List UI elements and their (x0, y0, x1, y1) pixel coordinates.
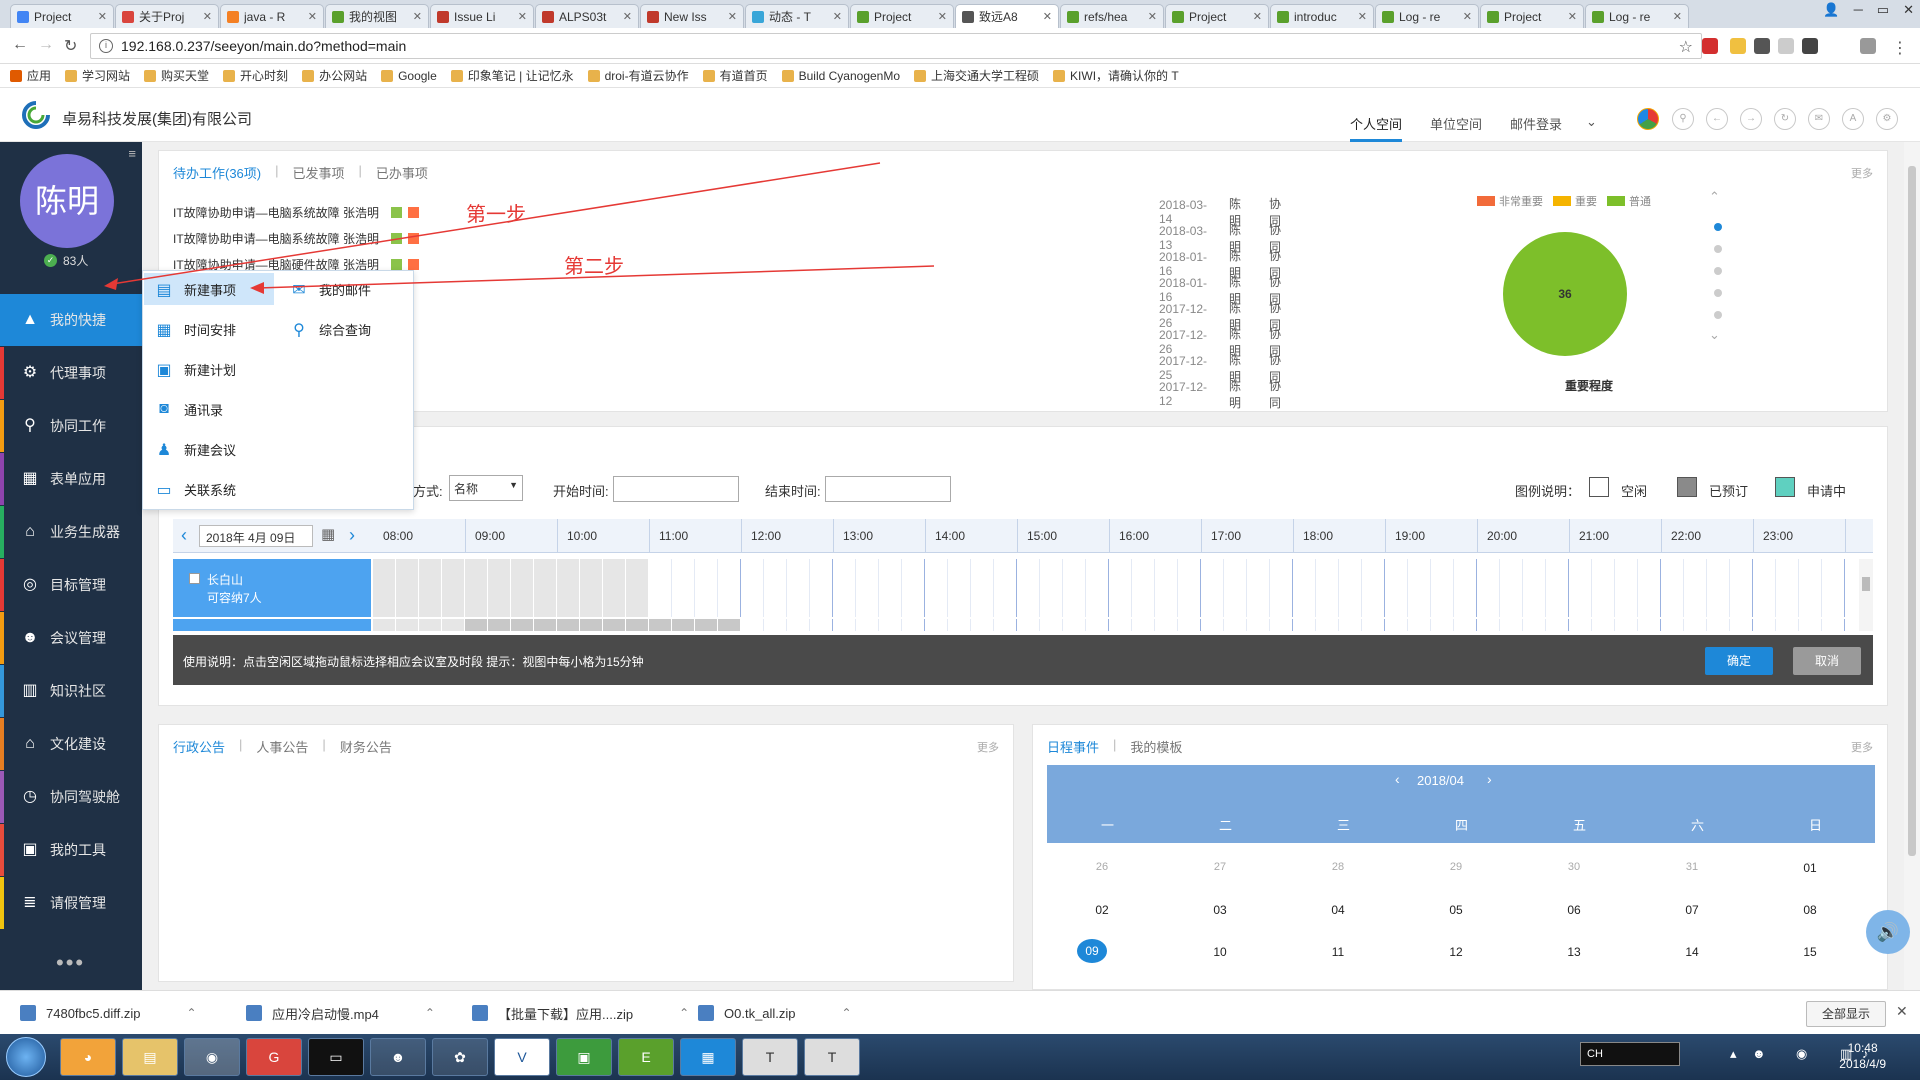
calendar-day[interactable]: 28 (1323, 861, 1353, 873)
download-item[interactable]: 应用冷启动慢.mp4 ⌃ (246, 1001, 435, 1025)
taskbar-app-icon[interactable]: T (804, 1038, 860, 1076)
annotation-step1: 第一步 (466, 204, 526, 226)
calendar-day[interactable]: 08 (1795, 903, 1825, 917)
calendar-day[interactable]: 06 (1559, 903, 1589, 917)
taskbar-app-icon[interactable]: ▦ (680, 1038, 736, 1076)
annotation-step2: 第二步 (564, 256, 624, 278)
download-filename: 应用冷启动慢.mp4 (272, 1006, 379, 1022)
tab-schedule-events[interactable]: 日程事件 (1047, 737, 1113, 756)
show-all-downloads-button[interactable]: 全部显示 (1806, 1001, 1886, 1027)
calendar-month: 2018/04 (1417, 773, 1464, 788)
tab-hr-notice[interactable]: 人事公告 (242, 737, 322, 756)
taskbar-clock[interactable]: 10:48 2018/4/9 (1839, 1040, 1886, 1072)
tab-admin-notice[interactable]: 行政公告 (173, 737, 239, 756)
speaker-icon[interactable]: 🔊 (1866, 910, 1910, 954)
ime-label: CH (1587, 1048, 1603, 1060)
calendar-day[interactable]: 04 (1323, 903, 1353, 917)
tab-finance-notice[interactable]: 财务公告 (326, 737, 406, 756)
taskbar-app-icon[interactable]: G (246, 1038, 302, 1076)
evernote-icon[interactable]: E (618, 1038, 674, 1076)
tray-app-icon[interactable]: ◉ (1796, 1046, 1807, 1062)
terminal-icon[interactable]: ▭ (308, 1038, 364, 1076)
download-filename: 【批量下载】应用....zip (498, 1006, 634, 1022)
weekday-label: 五 (1573, 818, 1587, 833)
notices-more-link[interactable]: 更多 (977, 739, 999, 755)
calendar-day[interactable]: 30 (1559, 861, 1589, 873)
download-item[interactable]: 7480fbc5.diff.zip ⌃ (20, 1001, 197, 1025)
taskbar-app-icon[interactable]: T (742, 1038, 798, 1076)
taskbar: ◕ ▤ ◉ G ▭ ☻ ✿ V ▣ E ▦ T T CH ▴ ☻ ◉ ▥ ♪ 1… (0, 1034, 1920, 1080)
file-icon (20, 1005, 36, 1021)
tab-my-templates[interactable]: 我的模板 (1116, 737, 1196, 756)
calendar-day[interactable]: 07 (1677, 903, 1707, 917)
calendar-day[interactable]: 09 (1077, 939, 1107, 963)
weekday-label: 六 (1691, 818, 1705, 833)
calendar-day[interactable]: 31 (1677, 861, 1707, 873)
download-filename: 7480fbc5.diff.zip (46, 1005, 141, 1021)
file-icon (246, 1005, 262, 1021)
calendar-day[interactable]: 27 (1205, 861, 1235, 873)
file-icon (698, 1005, 714, 1021)
calendar-day[interactable]: 02 (1087, 903, 1117, 917)
clock-date: 2018/4/9 (1839, 1057, 1886, 1071)
taskbar-app-icon[interactable]: ▣ (556, 1038, 612, 1076)
calendar-header: ‹ 2018/04 › 一 二 三 四 五 六 日 (1047, 765, 1875, 843)
weekday-label: 日 (1809, 818, 1823, 833)
download-chevron-icon[interactable]: ⌃ (842, 1006, 852, 1020)
qq-icon[interactable]: ☻ (370, 1038, 426, 1076)
weekday-label: 二 (1219, 818, 1233, 833)
download-filename: O0.tk_all.zip (724, 1005, 796, 1021)
calendar-day[interactable]: 03 (1205, 903, 1235, 917)
download-item[interactable]: 【批量下载】应用....zip ⌃ (472, 1001, 689, 1025)
calendar-day[interactable]: 01 (1795, 861, 1825, 875)
start-button-icon[interactable] (6, 1037, 46, 1077)
download-bar: 7480fbc5.diff.zip ⌃ 应用冷启动慢.mp4 ⌃ 【批量下载】应用...… (0, 990, 1920, 1034)
calendar-day[interactable]: 29 (1441, 861, 1471, 873)
calendar-day[interactable]: 11 (1323, 945, 1353, 959)
weekday-label: 三 (1337, 818, 1351, 833)
notices-panel: 行政公告 | 人事公告 | 财务公告 更多 (158, 724, 1014, 982)
explorer-icon[interactable]: ▤ (122, 1038, 178, 1076)
clock-time: 10:48 (1847, 1041, 1878, 1055)
taskbar-app-icon[interactable]: ✿ (432, 1038, 488, 1076)
tray-qq-icon[interactable]: ☻ (1752, 1046, 1766, 1061)
calendar-day[interactable]: 14 (1677, 945, 1707, 959)
calendar-day[interactable]: 10 (1205, 945, 1235, 959)
taskbar-app-icon[interactable]: ◕ (60, 1038, 116, 1076)
taskbar-app-icon[interactable]: V (494, 1038, 550, 1076)
calendar-day[interactable]: 05 (1441, 903, 1471, 917)
calendar-day[interactable]: 15 (1795, 945, 1825, 959)
download-item[interactable]: O0.tk_all.zip ⌃ (698, 1001, 852, 1025)
close-download-bar-icon[interactable]: ✕ (1896, 1003, 1908, 1020)
weekday-label: 四 (1455, 818, 1469, 833)
schedule-more-link[interactable]: 更多 (1851, 739, 1873, 755)
chrome-icon[interactable]: ◉ (184, 1038, 240, 1076)
weekday-label: 一 (1101, 818, 1115, 833)
calendar-day[interactable]: 12 (1441, 945, 1471, 959)
tray-arrow-icon[interactable]: ▴ (1730, 1046, 1737, 1062)
download-chevron-icon[interactable]: ⌃ (425, 1006, 435, 1020)
file-icon (472, 1005, 488, 1021)
ime-bar[interactable]: CH (1580, 1042, 1680, 1066)
prev-month-chevron-icon[interactable]: ‹ (1395, 771, 1400, 787)
download-chevron-icon[interactable]: ⌃ (186, 1006, 196, 1020)
schedule-panel: 日程事件 | 我的模板 更多 ‹ 2018/04 › 一二三四五六日 26 27 28… (1032, 724, 1888, 990)
download-chevron-icon[interactable]: ⌃ (679, 1006, 689, 1020)
calendar-day[interactable]: 26 (1087, 861, 1117, 873)
next-month-chevron-icon[interactable]: › (1487, 771, 1492, 787)
calendar-day[interactable]: 13 (1559, 945, 1589, 959)
